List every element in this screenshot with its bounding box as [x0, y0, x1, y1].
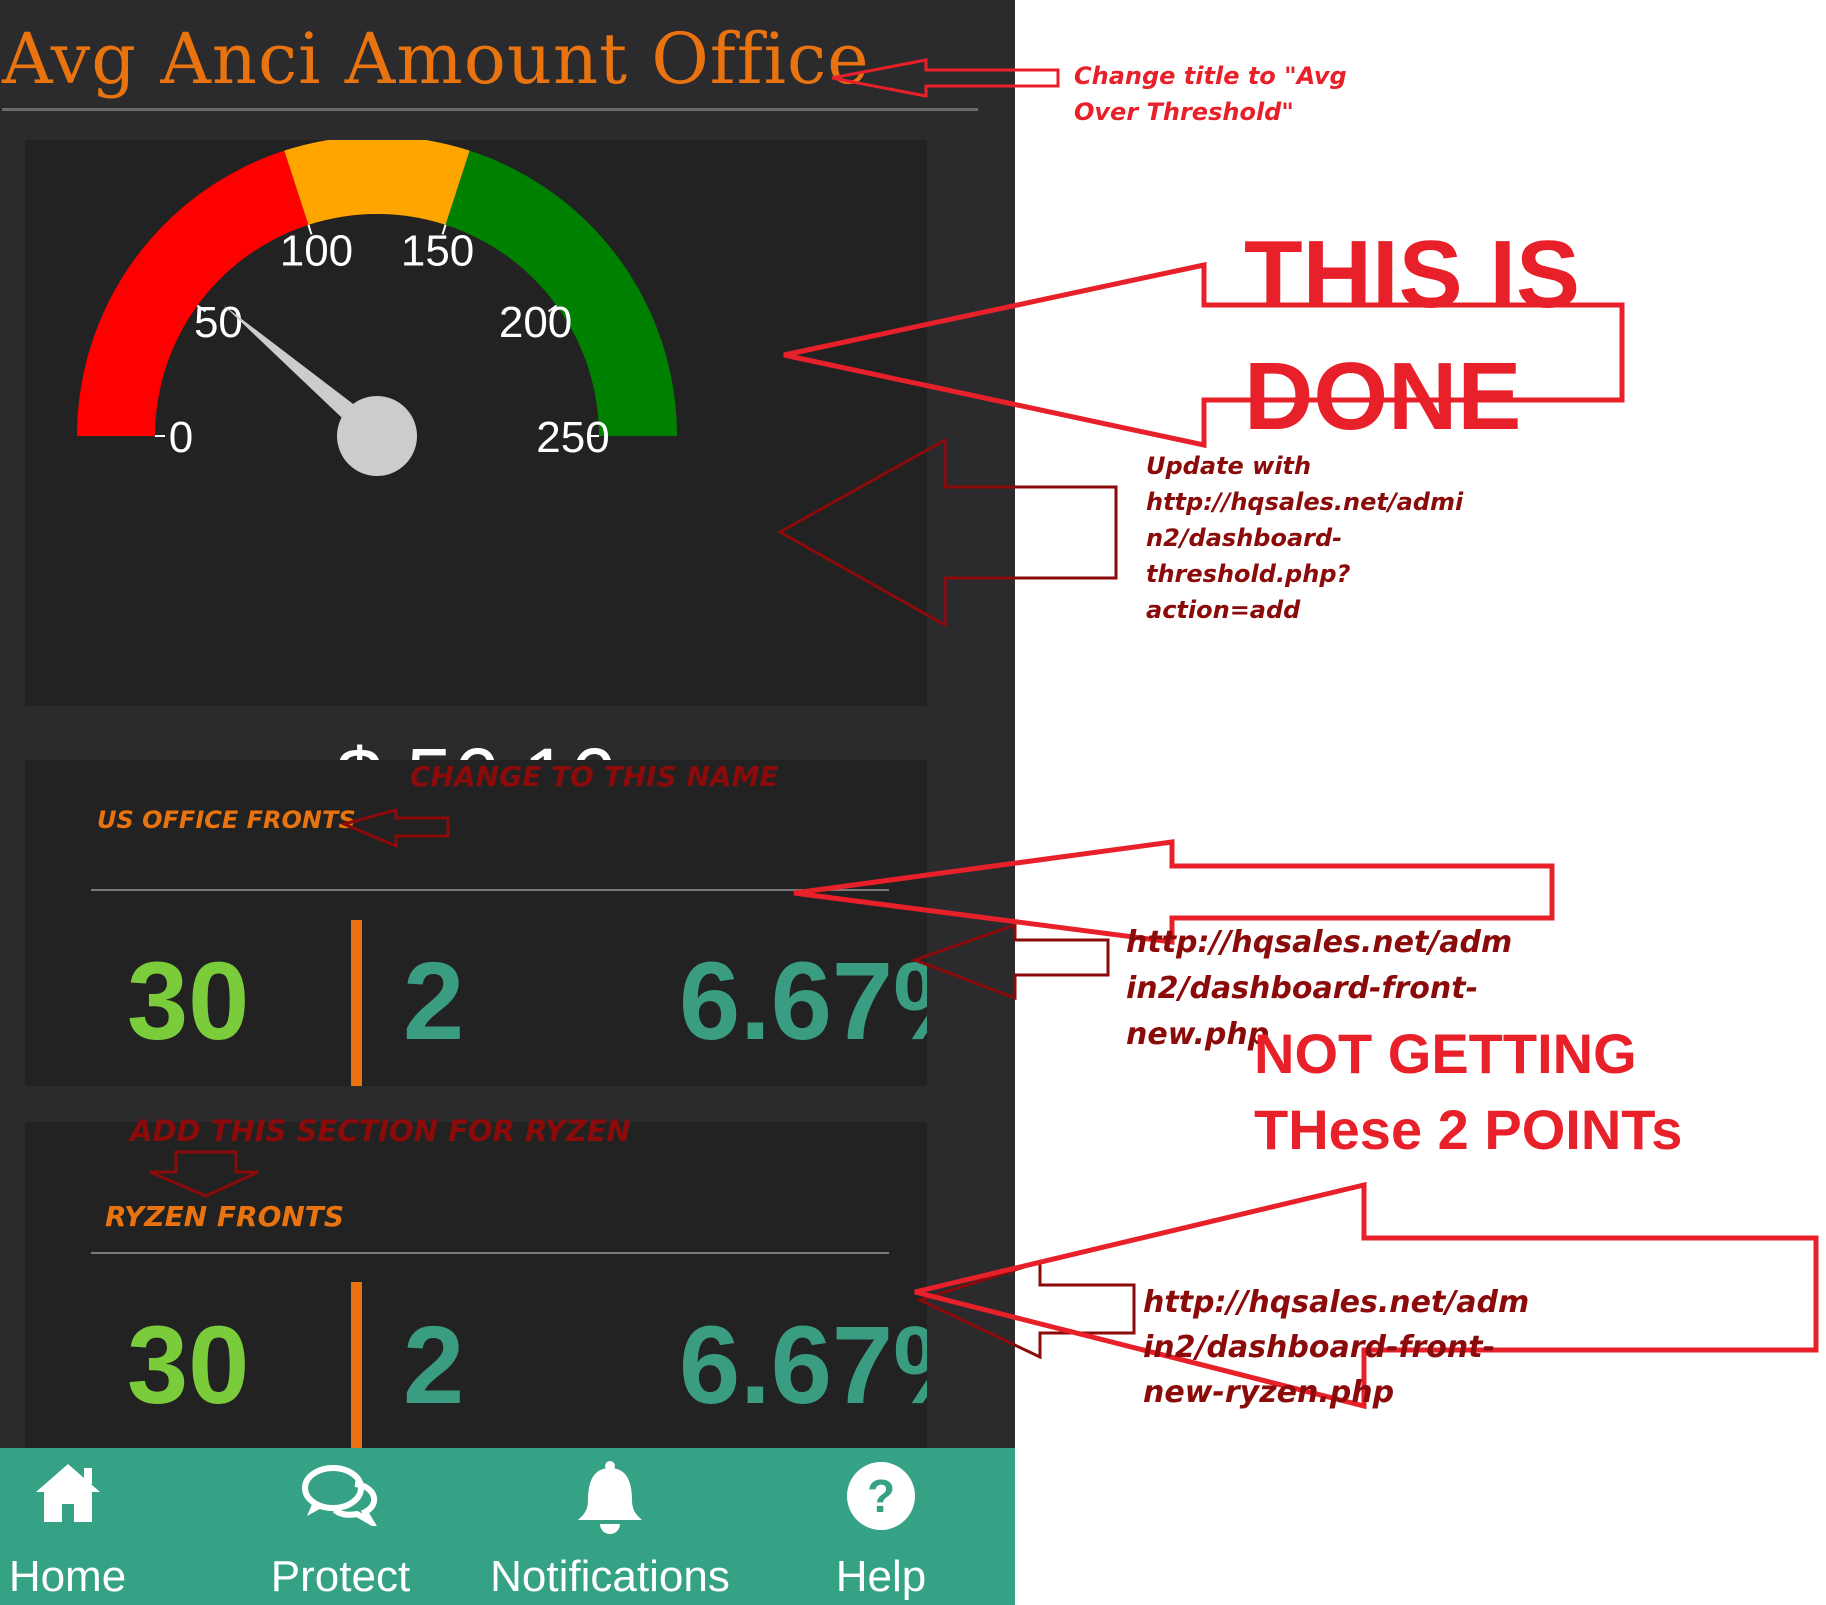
note-line: n2/dashboard-: [1146, 524, 1343, 552]
note-line: http://hqsales.net/admi: [1146, 488, 1464, 516]
ryzen-url-note: http://hqsales.net/adm in2/dashboard-fro…: [1143, 1280, 1529, 1415]
gauge-tick-label: 100: [280, 227, 353, 276]
done-note-line: DONE: [1244, 343, 1522, 450]
gauge-tick-label: 200: [499, 298, 572, 347]
nav-protect-label: Protect: [270, 1552, 411, 1601]
note-line: in2/dashboard-front-: [1126, 971, 1479, 1006]
gauge-band-2: [445, 150, 677, 436]
note-line: THese 2 POINTs: [1254, 1098, 1683, 1161]
stat-divider: [351, 920, 362, 1086]
nav-notifications[interactable]: Notifications: [482, 1448, 738, 1605]
note-line: action=add: [1146, 596, 1301, 624]
nav-home[interactable]: Home: [0, 1448, 135, 1605]
ryzen-fronts-card: RYZEN FRONTS 30 2 6.67%: [25, 1122, 927, 1448]
gauge-needle-hub: [337, 396, 417, 476]
section-title: US OFFICE FRONTS: [97, 806, 356, 834]
help-circle-icon: ?: [847, 1462, 915, 1530]
gauge-tick-label: 250: [536, 413, 609, 462]
speed-gauge: 0 50 100 150 200 250: [77, 140, 677, 476]
nav-notifications-label: Notifications: [490, 1552, 730, 1601]
gauge-band-0: [77, 150, 309, 436]
nav-home-label: Home: [8, 1552, 127, 1601]
note-line: new-ryzen.php: [1143, 1375, 1395, 1410]
gauge-card: 050100150200250 $ 56.16: [25, 140, 927, 825]
done-note: THIS IS DONE: [1244, 214, 1580, 458]
done-note-line: THIS IS: [1244, 221, 1581, 328]
stat-left-value: 30: [127, 1304, 250, 1427]
gauge-update-note: Update with http://hqsales.net/admi n2/d…: [1146, 448, 1463, 628]
note-line: http://hqsales.net/adm: [1126, 925, 1513, 960]
bottom-nav: Home Protect Notifications ? Help: [0, 1448, 1015, 1605]
gauge-tick-label: 150: [401, 227, 474, 276]
nav-help[interactable]: ? Help: [820, 1448, 942, 1605]
section-title: RYZEN FRONTS: [105, 1200, 345, 1233]
stat-left-value: 30: [127, 940, 250, 1063]
gauge-tick-label: 50: [194, 298, 243, 347]
home-icon: [35, 1464, 100, 1522]
ryzen-section-note: ADD THIS SECTION FOR RYZEN: [130, 1114, 631, 1148]
nav-protect[interactable]: Protect: [258, 1448, 423, 1605]
stat-right-value: 6.67%: [679, 1304, 927, 1427]
stat-middle-value: 2: [403, 940, 465, 1063]
stat-middle-value: 2: [403, 1304, 465, 1427]
title-change-note-line: Change title to "Avg: [1074, 62, 1347, 90]
note-line: threshold.php?: [1146, 560, 1351, 588]
bell-icon: [578, 1461, 642, 1534]
title-change-note-line: Over Threshold": [1074, 98, 1294, 126]
stat-right-value: 6.67%: [679, 940, 927, 1063]
note-line: Update with: [1146, 452, 1312, 480]
nav-help-label: Help: [835, 1552, 927, 1601]
section-divider: [91, 1252, 889, 1254]
page-title: Avg Anci Amount Office: [2, 18, 870, 100]
dashboard-app: Avg Anci Amount Office 050100150200250 $…: [0, 0, 1015, 1605]
chat-bubbles-icon: [301, 1465, 377, 1526]
rename-note: CHANGE TO THIS NAME: [410, 760, 779, 793]
title-divider: [2, 108, 978, 111]
svg-text:?: ?: [867, 1470, 895, 1522]
gauge-tick-label: 0: [169, 413, 193, 462]
note-line: http://hqsales.net/adm: [1143, 1285, 1530, 1320]
title-change-note: Change title to "Avg Over Threshold": [1074, 58, 1347, 130]
note-line: NOT GETTING: [1254, 1022, 1637, 1085]
not-getting-note: NOT GETTING THese 2 POINTs: [1254, 1016, 1682, 1168]
us-office-fronts-card: US OFFICE FRONTS 30 2 6.67%: [25, 760, 927, 1086]
section-divider: [91, 889, 889, 891]
note-line: in2/dashboard-front-: [1143, 1330, 1496, 1365]
gauge-band-1: [284, 140, 470, 225]
stat-divider: [351, 1282, 362, 1448]
